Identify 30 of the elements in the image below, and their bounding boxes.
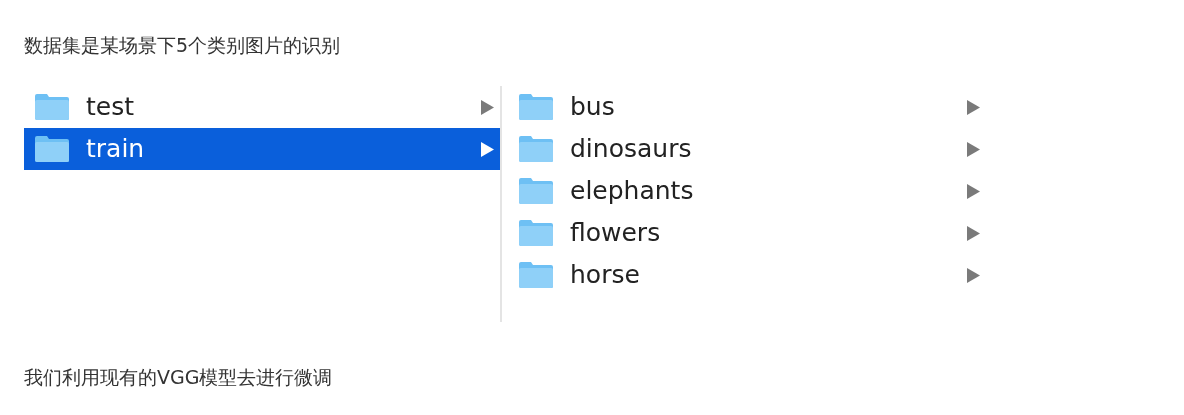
chevron-icon xyxy=(967,225,980,241)
folder-name: dinosaurs xyxy=(570,133,692,165)
chevron-icon xyxy=(967,141,980,157)
chevron-icon xyxy=(481,141,494,157)
folder-row[interactable]: test xyxy=(24,86,500,128)
folder-icon xyxy=(518,219,554,247)
chevron-icon xyxy=(967,99,980,115)
folder-row[interactable]: dinosaurs xyxy=(502,128,992,170)
folder-name: bus xyxy=(570,91,615,123)
folder-name: train xyxy=(86,133,145,165)
folder-name: test xyxy=(86,91,134,123)
folder-name: horse xyxy=(570,259,640,291)
folder-row[interactable]: train xyxy=(24,128,500,170)
chevron-icon xyxy=(967,267,980,283)
chevron-icon xyxy=(481,99,494,115)
folder-row[interactable]: horse xyxy=(502,254,992,296)
chevron-icon xyxy=(967,183,980,199)
folder-name: elephants xyxy=(570,175,694,207)
folder-name: flowers xyxy=(570,217,661,249)
folder-row[interactable]: flowers xyxy=(502,212,992,254)
folder-icon xyxy=(518,261,554,289)
folder-icon xyxy=(34,93,70,121)
folder-row[interactable]: elephants xyxy=(502,170,992,212)
folder-row[interactable]: bus xyxy=(502,86,992,128)
intro-paragraph: 数据集是某场景下5个类别图片的识别 xyxy=(24,33,342,58)
footer-paragraph: 我们利用现有的VGG模型去进行微调 xyxy=(24,365,334,390)
folder-icon xyxy=(518,177,554,205)
folder-icon xyxy=(518,93,554,121)
folder-icon xyxy=(518,135,554,163)
folder-icon xyxy=(34,135,70,163)
